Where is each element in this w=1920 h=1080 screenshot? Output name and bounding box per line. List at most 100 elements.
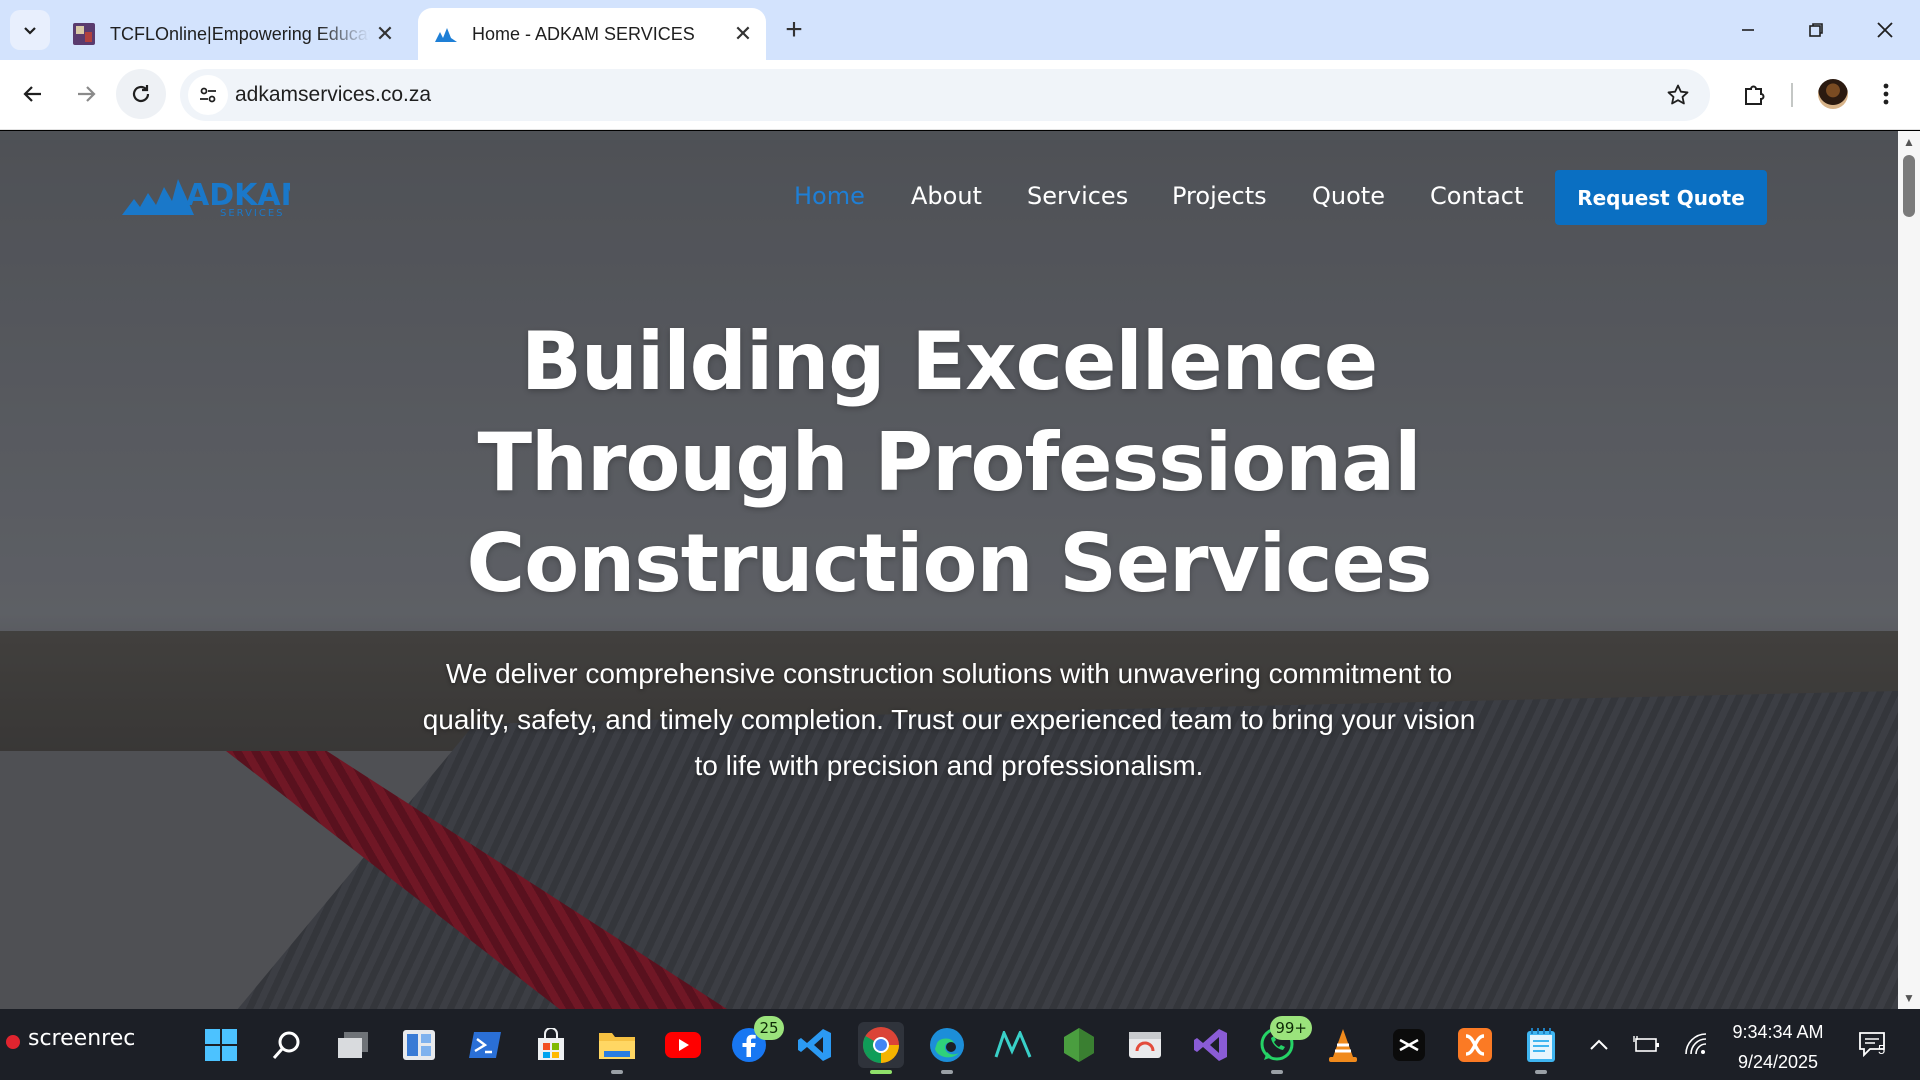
edge-app[interactable]	[924, 1022, 970, 1074]
nav-services[interactable]: Services	[1027, 182, 1128, 210]
show-hidden-icons-button[interactable]	[1582, 1029, 1616, 1059]
extensions-button[interactable]	[1731, 71, 1777, 117]
vlc-cone-icon	[1329, 1029, 1357, 1062]
logo-subtext: SERVICES	[220, 208, 285, 219]
chevron-up-icon	[1590, 1039, 1608, 1050]
minimize-button[interactable]	[1718, 6, 1778, 54]
facebook-app[interactable]: 25	[726, 1016, 784, 1068]
more-vertical-icon	[1883, 83, 1889, 105]
tab-tcflonline[interactable]: TCFLOnline|Empowering Educat ✕	[56, 8, 408, 60]
tune-icon	[200, 87, 216, 103]
nav-quote[interactable]: Quote	[1312, 182, 1385, 210]
clock-time: 9:34:34 AM	[1732, 1022, 1824, 1042]
store-app[interactable]	[528, 1022, 574, 1068]
nav-projects[interactable]: Projects	[1172, 182, 1267, 210]
star-icon	[1667, 84, 1689, 105]
powershell-icon	[469, 1032, 501, 1058]
facebook-badge: 25	[754, 1016, 784, 1040]
adkam-logo[interactable]: ADKAM SERVICES	[120, 169, 290, 219]
edge-icon	[930, 1028, 964, 1062]
clock-date: 9/24/2025	[1737, 1052, 1819, 1072]
start-button[interactable]	[198, 1022, 244, 1068]
tab-adkam[interactable]: Home - ADKAM SERVICES ✕	[418, 8, 766, 60]
taskbar: screenrec 25 99+ 9:34:34 AM 9/24/2025 5	[0, 1009, 1920, 1080]
adkam-favicon-icon	[435, 28, 457, 42]
widgets-button[interactable]	[396, 1022, 442, 1068]
visual-studio-icon	[1194, 1029, 1227, 1061]
avatar	[1818, 79, 1848, 109]
reload-button[interactable]	[116, 69, 166, 119]
file-explorer-app[interactable]	[594, 1022, 640, 1074]
running-indicator	[870, 1070, 892, 1074]
tab-title: Home - ADKAM SERVICES	[472, 23, 695, 44]
menu-button[interactable]	[1863, 71, 1909, 117]
new-tab-button[interactable]: +	[776, 12, 812, 48]
tab-title: TCFLOnline|Empowering Educat	[110, 23, 370, 44]
profile-button[interactable]	[1810, 71, 1856, 117]
browser-toolbar: adkamservices.co.za	[0, 60, 1920, 130]
page-scrollbar[interactable]: ▲ ▼	[1898, 131, 1920, 1009]
hero-subtitle: We deliver comprehensive construction so…	[422, 658, 1476, 781]
vscode-app[interactable]	[792, 1022, 838, 1068]
minimize-icon	[1742, 29, 1754, 31]
scroll-thumb[interactable]	[1903, 155, 1915, 217]
scroll-down-icon[interactable]: ▼	[1902, 991, 1916, 1005]
widgets-icon	[403, 1030, 435, 1060]
toolbar-divider	[1791, 83, 1793, 107]
system-clock[interactable]: 9:34:34 AM 9/24/2025	[1720, 1017, 1836, 1077]
capcut-icon	[1393, 1029, 1425, 1061]
xampp-app[interactable]	[1452, 1022, 1498, 1068]
url-text[interactable]: adkamservices.co.za	[235, 83, 431, 107]
vscode-icon	[798, 1029, 831, 1061]
remote-app[interactable]	[1122, 1022, 1168, 1068]
search-button[interactable]	[264, 1022, 310, 1068]
site-info-button[interactable]	[188, 75, 228, 115]
notification-count: 5	[1878, 1042, 1886, 1057]
visual-studio-app[interactable]	[1188, 1022, 1234, 1068]
close-tab-icon[interactable]: ✕	[370, 19, 400, 49]
nodejs-app[interactable]	[1056, 1022, 1102, 1068]
capcut-app[interactable]	[1386, 1022, 1432, 1068]
tcfl-favicon-icon	[73, 23, 95, 45]
nav-home[interactable]: Home	[794, 182, 865, 210]
close-window-button[interactable]	[1855, 6, 1915, 54]
task-view-icon	[338, 1032, 368, 1058]
close-tab-icon[interactable]: ✕	[728, 19, 758, 49]
nav-about[interactable]: About	[911, 182, 982, 210]
restore-button[interactable]	[1786, 6, 1846, 54]
battery-icon	[1633, 1036, 1659, 1052]
forward-button[interactable]	[61, 69, 111, 119]
battery-tray[interactable]	[1630, 1029, 1664, 1059]
puzzle-icon	[1745, 85, 1765, 105]
address-bar[interactable]: adkamservices.co.za	[180, 69, 1710, 121]
restore-icon	[1809, 23, 1823, 37]
notepad-app[interactable]	[1518, 1022, 1564, 1074]
vlc-app[interactable]	[1320, 1022, 1366, 1068]
back-button[interactable]	[8, 69, 58, 119]
scroll-up-icon[interactable]: ▲	[1902, 135, 1916, 149]
windows-icon	[205, 1029, 237, 1061]
tab-search-button[interactable]	[10, 10, 50, 50]
chrome-app[interactable]	[858, 1022, 904, 1074]
search-icon	[272, 1031, 300, 1059]
store-icon	[538, 1028, 564, 1060]
hero-title: Building Excellence Through Professional…	[466, 315, 1433, 610]
network-tray[interactable]	[1679, 1029, 1713, 1059]
running-indicator	[611, 1070, 623, 1074]
close-icon	[1877, 22, 1893, 38]
running-indicator	[1535, 1070, 1547, 1074]
whatsapp-app[interactable]: 99+	[1254, 1016, 1312, 1074]
notepad-icon	[1527, 1028, 1555, 1062]
nav-contact[interactable]: Contact	[1430, 182, 1523, 210]
reload-icon	[132, 85, 150, 103]
chrome-icon	[862, 1027, 899, 1063]
youtube-app[interactable]	[660, 1022, 706, 1068]
task-view-button[interactable]	[330, 1022, 376, 1068]
tab-strip: TCFLOnline|Empowering Educat ✕ Home - AD…	[0, 0, 1920, 60]
folder-icon	[599, 1033, 635, 1059]
request-quote-button[interactable]: Request Quote	[1555, 170, 1767, 225]
ai-app[interactable]	[990, 1022, 1036, 1068]
terminal-app[interactable]	[462, 1022, 508, 1068]
screenrec-label[interactable]: screenrec	[28, 1026, 135, 1051]
bookmark-button[interactable]	[1662, 79, 1694, 111]
